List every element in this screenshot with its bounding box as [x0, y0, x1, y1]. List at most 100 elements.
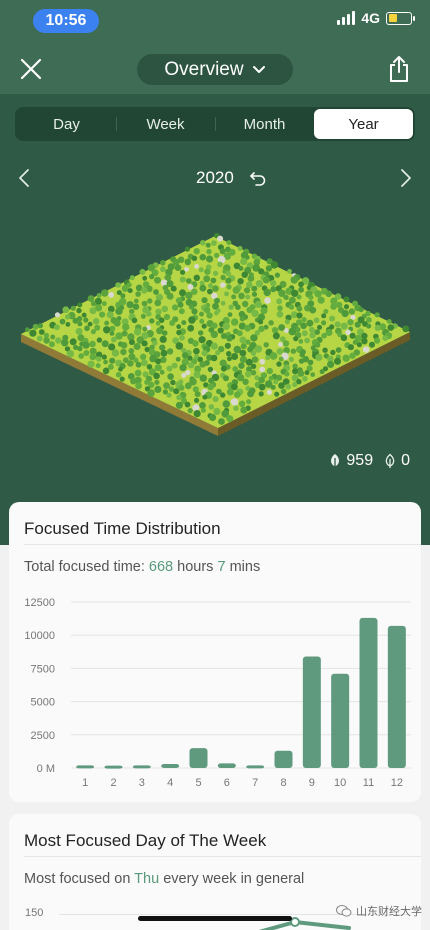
forest-tree: [131, 317, 138, 324]
forest-tree: [224, 291, 229, 297]
forest-tree: [220, 300, 226, 306]
forest-tree: [287, 268, 292, 274]
forest-tree: [386, 319, 392, 324]
year-label: 2020: [196, 168, 234, 187]
forest-tree: [310, 372, 316, 377]
forest-tree: [102, 367, 110, 375]
forest-tree: [96, 293, 102, 298]
forest-tree: [228, 304, 234, 310]
forest-tree: [306, 319, 314, 327]
chart-bar-11[interactable]: [359, 617, 378, 768]
forest-tree: [213, 252, 220, 259]
forest-tree: [181, 372, 187, 378]
forest-tree: [175, 356, 181, 362]
forest-tree: [37, 323, 43, 329]
forest-tree: [274, 391, 280, 397]
forest-tree: [319, 369, 325, 375]
forest-tree: [181, 352, 189, 359]
share-icon[interactable]: [386, 55, 412, 83]
x-tick-label: 10: [334, 777, 346, 789]
forest-tree: [191, 255, 198, 262]
forest-tree: [129, 308, 135, 315]
forest-tree: [199, 311, 204, 317]
forest-tree: [220, 365, 227, 372]
forest-tree: [77, 302, 83, 308]
forest-tree: [271, 327, 279, 334]
forest-tree: [90, 329, 96, 335]
forest-tree: [296, 312, 303, 319]
forest-tree: [134, 369, 142, 377]
forest-tree: [290, 276, 299, 284]
forest-tree: [304, 337, 310, 344]
forest-tree: [258, 319, 264, 325]
forest-tree: [283, 294, 289, 301]
forest-tree: [217, 235, 224, 242]
chevron-right-icon[interactable]: [394, 166, 416, 190]
chart-bar-1[interactable]: [76, 765, 95, 769]
chart-bar-6[interactable]: [217, 763, 236, 768]
chart-bar-8[interactable]: [274, 750, 293, 768]
forest-tree: [277, 305, 283, 311]
forest-tree: [198, 267, 204, 273]
forest-tree: [268, 320, 274, 326]
forest-tree: [347, 344, 354, 351]
forest-tree: [187, 324, 195, 332]
forest-tree: [101, 354, 107, 360]
forest-tree: [330, 349, 336, 356]
forest-tree: [96, 356, 102, 362]
forest-tree: [387, 324, 395, 331]
forest-tree: [301, 330, 308, 337]
forest-tree: [191, 308, 198, 315]
forest-tree: [128, 339, 135, 346]
forest-tree: [251, 309, 259, 318]
forest-tree: [265, 265, 273, 272]
reset-icon[interactable]: [249, 169, 267, 187]
forest-tree: [186, 278, 192, 284]
chart-bar-9[interactable]: [302, 656, 321, 768]
tab-day[interactable]: Day: [17, 109, 116, 139]
forest-tree: [217, 261, 223, 268]
chart-bar-7[interactable]: [246, 765, 265, 769]
forest-tree: [220, 333, 227, 339]
close-icon[interactable]: [18, 56, 44, 82]
chart-bar-3[interactable]: [132, 765, 151, 769]
chart-bar-4[interactable]: [161, 764, 180, 768]
forest-tree: [243, 287, 251, 294]
x-tick-label: 8: [280, 777, 286, 789]
forest-tree: [95, 363, 101, 369]
forest-tree: [250, 369, 257, 376]
forest-tree: [333, 357, 342, 365]
x-tick-label: 5: [195, 777, 201, 789]
chart-bar-12[interactable]: [387, 625, 406, 768]
forest-tree: [272, 332, 280, 340]
battery-icon: [386, 11, 415, 25]
forest-tree: [194, 264, 200, 269]
forest-tree: [366, 323, 372, 329]
tab-week[interactable]: Week: [116, 109, 215, 139]
forest-tree: [234, 391, 241, 398]
forest-tree: [262, 276, 270, 284]
forest-tree: [133, 343, 141, 350]
forest-tree: [160, 356, 167, 364]
chevron-left-icon[interactable]: [14, 166, 36, 190]
card-divider: [24, 544, 421, 545]
forest-tree: [200, 240, 206, 246]
forest-tree: [176, 394, 182, 401]
tab-year[interactable]: Year: [314, 109, 413, 139]
forest-tree: [349, 352, 356, 359]
chart-bar-5[interactable]: [189, 748, 208, 768]
forest-tree: [382, 335, 389, 341]
forest-tree: [166, 365, 173, 372]
chart-bar-2[interactable]: [104, 765, 123, 769]
forest-tree: [199, 402, 206, 409]
chart-bar-10[interactable]: [331, 673, 350, 768]
forest-tree: [99, 311, 106, 318]
forest-tree: [75, 327, 83, 335]
forest-tree: [133, 328, 142, 336]
forest-tree: [70, 305, 76, 311]
forest-tree: [241, 271, 248, 278]
tab-month[interactable]: Month: [215, 109, 314, 139]
overview-dropdown[interactable]: Overview: [137, 54, 293, 85]
forest-tree: [285, 383, 292, 390]
forest-tree: [296, 294, 302, 300]
